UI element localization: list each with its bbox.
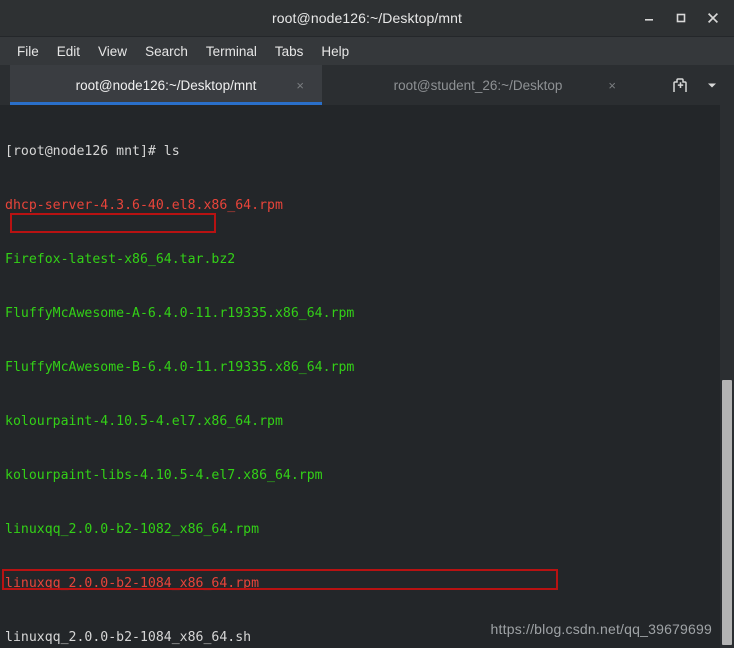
terminal-line: FluffyMcAwesome-A-6.4.0-11.r19335.x86_64… — [5, 306, 355, 321]
terminal-line: FluffyMcAwesome-B-6.4.0-11.r19335.x86_64… — [5, 360, 355, 375]
tab-node126[interactable]: root@node126:~/Desktop/mnt × — [10, 65, 322, 105]
terminal-window: root@node126:~/Desktop/mnt File Edit Vie… — [0, 0, 734, 648]
terminal-line: Firefox-latest-x86_64.tar.bz2 — [5, 252, 236, 267]
terminal-line: dhcp-server-4.3.6-40.el8.x86_64.rpm — [5, 198, 283, 213]
title-bar: root@node126:~/Desktop/mnt — [0, 0, 734, 37]
menu-bar: File Edit View Search Terminal Tabs Help — [0, 37, 734, 65]
minimize-button[interactable] — [634, 4, 664, 32]
tab-bar-actions — [666, 65, 734, 105]
close-button[interactable] — [698, 4, 728, 32]
terminal-line: [root@node126 mnt]# ls — [5, 144, 180, 159]
menu-item-terminal[interactable]: Terminal — [197, 41, 266, 62]
terminal-output-area[interactable]: [root@node126 mnt]# ls dhcp-server-4.3.6… — [0, 105, 734, 648]
scrollbar-thumb[interactable] — [722, 380, 732, 645]
menu-item-view[interactable]: View — [89, 41, 136, 62]
tab-label: root@node126:~/Desktop/mnt — [75, 77, 257, 93]
menu-item-file[interactable]: File — [8, 41, 48, 62]
menu-item-help[interactable]: Help — [312, 41, 358, 62]
tab-student-26[interactable]: root@student_26:~/Desktop × — [322, 65, 634, 105]
terminal-line: linuxqq_2.0.0-b2-1082_x86_64.rpm — [5, 522, 260, 537]
chevron-down-icon[interactable] — [698, 71, 726, 99]
menu-item-tabs[interactable]: Tabs — [266, 41, 313, 62]
maximize-button[interactable] — [666, 4, 696, 32]
tab-label: root@student_26:~/Desktop — [393, 77, 563, 93]
menu-item-edit[interactable]: Edit — [48, 41, 89, 62]
window-title: root@node126:~/Desktop/mnt — [272, 10, 462, 26]
terminal-line: linuxqq_2.0.0-b2-1084_x86_64.rpm — [5, 576, 260, 591]
terminal-line: kolourpaint-4.10.5-4.el7.x86_64.rpm — [5, 414, 283, 429]
terminal-scrollbar[interactable] — [720, 105, 734, 648]
watermark-text: https://blog.csdn.net/qq_39679699 — [490, 621, 712, 637]
tab-bar: root@node126:~/Desktop/mnt × root@studen… — [0, 65, 734, 105]
tab-close-icon[interactable]: × — [296, 78, 304, 93]
new-tab-icon[interactable] — [666, 71, 694, 99]
window-controls — [634, 0, 728, 36]
tab-close-icon[interactable]: × — [608, 78, 616, 93]
terminal-line: kolourpaint-libs-4.10.5-4.el7.x86_64.rpm — [5, 468, 323, 483]
terminal-text: [root@node126 mnt]# ls dhcp-server-4.3.6… — [2, 107, 734, 648]
menu-item-search[interactable]: Search — [136, 41, 197, 62]
